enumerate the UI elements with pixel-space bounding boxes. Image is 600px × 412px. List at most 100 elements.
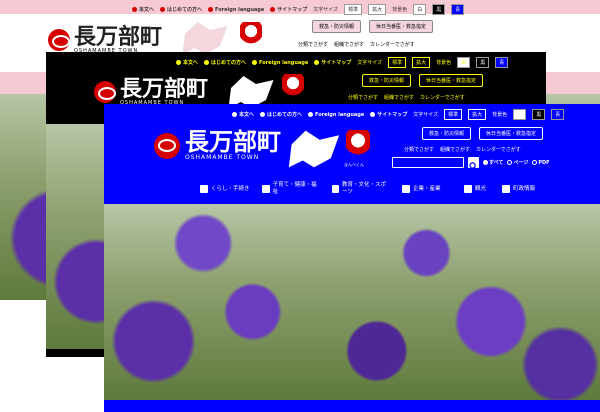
blue-header-buttons: 救急・防災情報 休日当番医・救急指定 <box>422 127 544 140</box>
mascot-caption: まんべくん <box>344 162 364 167</box>
nav-foreign[interactable]: Foreign language <box>308 112 364 118</box>
bg-black-button[interactable]: 黒 <box>432 4 446 15</box>
menu-item-tourism[interactable]: 観光 <box>458 182 496 196</box>
nav-sitemap[interactable]: サイトマップ <box>370 111 407 118</box>
by-org-link[interactable]: 組織でさがす <box>384 94 414 101</box>
search-option-pdf[interactable]: PDF <box>532 159 550 166</box>
bg-white-button[interactable]: 白 <box>457 57 471 68</box>
house-icon <box>200 185 208 193</box>
menu-item-business[interactable]: 企業・産業 <box>396 182 458 196</box>
hokkaido-map-icon <box>288 130 340 168</box>
bgcolor-label: 背景色 <box>492 112 508 118</box>
blue-footer-bar <box>104 400 600 412</box>
menu-item-living[interactable]: くらし・手続き <box>194 182 256 196</box>
black-topnav: 本文へ はじめての方へ Foreign language サイトマップ 文字サイ… <box>176 57 509 68</box>
book-icon <box>332 185 339 193</box>
search-icon[interactable] <box>468 157 479 171</box>
menu-label: 町政情報 <box>513 185 536 192</box>
menu-label: くらし・手続き <box>211 185 250 192</box>
nav-first[interactable]: はじめての方へ <box>160 6 202 13</box>
emergency-button[interactable]: 救急・防災情報 <box>312 20 362 33</box>
search-option-page[interactable]: ページ <box>507 159 528 166</box>
bg-black-button[interactable]: 黒 <box>476 57 490 68</box>
by-field-link[interactable]: 分類でさがす <box>348 94 378 101</box>
nav-home[interactable]: 本文へ <box>132 6 154 13</box>
bg-white-button[interactable]: 白 <box>413 4 427 15</box>
textsize-std-button[interactable]: 標準 <box>388 57 407 68</box>
bg-blue-button[interactable]: 青 <box>551 109 565 120</box>
search-option-pdf-label: PDF <box>538 159 550 166</box>
menu-label: 観光 <box>475 185 487 192</box>
nav-foreign[interactable]: Foreign language <box>208 7 264 13</box>
blue-logo[interactable]: 長万部町 OSHAMAMBE TOWN <box>154 130 281 161</box>
holiday-clinic-button[interactable]: 休日当番医・救急指定 <box>369 20 434 33</box>
search-option-page-label: ページ <box>513 160 529 166</box>
white-subnav: 分類でさがす 組織でさがす カレンダーでさがす <box>298 41 415 48</box>
textsize-big-button[interactable]: 拡大 <box>412 57 431 68</box>
nav-sitemap[interactable]: サイトマップ <box>314 59 351 66</box>
white-logo[interactable]: 長万部町 OSHAMAMBE TOWN <box>48 26 162 54</box>
family-icon <box>262 185 270 193</box>
factory-icon <box>402 185 410 193</box>
by-field-link[interactable]: 分類でさがす <box>298 41 328 48</box>
blue-hero-image <box>104 204 600 400</box>
holiday-clinic-button[interactable]: 休日当番医・救急指定 <box>419 74 484 87</box>
emergency-button[interactable]: 救急・防災情報 <box>362 74 412 87</box>
textsize-std-button[interactable]: 標準 <box>344 4 363 15</box>
town-emblem-icon <box>48 29 70 51</box>
search-option-all[interactable]: すべて <box>483 159 503 166</box>
town-emblem-icon <box>94 81 116 103</box>
by-org-link[interactable]: 組織でさがす <box>440 146 470 153</box>
nav-first[interactable]: はじめての方へ <box>260 111 302 118</box>
menu-item-childcare[interactable]: 子育て・健康・福祉 <box>256 182 326 196</box>
menu-item-education[interactable]: 教育・文化・スポーツ <box>326 182 396 196</box>
menu-label: 企業・産業 <box>413 185 441 192</box>
black-subnav: 分類でさがす 組織でさがす カレンダーでさがす <box>348 94 465 101</box>
bgcolor-label: 背景色 <box>436 60 452 66</box>
holiday-clinic-button[interactable]: 休日当番医・救急指定 <box>479 127 544 140</box>
site-title: 長万部町 <box>74 24 163 50</box>
building-icon <box>502 185 510 193</box>
white-header-buttons: 救急・防災情報 休日当番医・救急指定 <box>312 20 434 33</box>
nav-foreign[interactable]: Foreign language <box>252 60 308 66</box>
menu-label: 教育・文化・スポーツ <box>342 182 387 195</box>
theme-blue-preview: 本文へ はじめての方へ Foreign language サイトマップ 文字サイ… <box>104 104 600 412</box>
textsize-std-button[interactable]: 標準 <box>444 109 463 120</box>
by-org-link[interactable]: 組織でさがす <box>334 41 364 48</box>
town-emblem-icon <box>154 132 180 159</box>
textsize-label: 文字サイズ <box>413 112 439 118</box>
textsize-label: 文字サイズ <box>313 7 339 13</box>
bg-white-button[interactable]: 白 <box>513 109 527 120</box>
mascot-icon <box>240 22 262 48</box>
camera-icon <box>464 185 472 193</box>
bgcolor-label: 背景色 <box>392 7 408 13</box>
black-logo[interactable]: 長万部町 OSHAMAMBE TOWN <box>94 78 208 106</box>
by-calendar-link[interactable]: カレンダーでさがす <box>420 94 465 101</box>
textsize-big-button[interactable]: 拡大 <box>368 4 387 15</box>
textsize-label: 文字サイズ <box>357 60 383 66</box>
textsize-big-button[interactable]: 拡大 <box>468 109 487 120</box>
search-bar: すべて ページ PDF <box>392 157 550 171</box>
mascot-icon <box>282 74 304 100</box>
bg-blue-button[interactable]: 青 <box>451 4 465 15</box>
nav-first[interactable]: はじめての方へ <box>204 59 246 66</box>
by-calendar-link[interactable]: カレンダーでさがす <box>370 41 415 48</box>
black-header-buttons: 救急・防災情報 休日当番医・救急指定 <box>362 74 484 87</box>
main-menu: くらし・手続き 子育て・健康・福祉 教育・文化・スポーツ 企業・産業 観光 町政… <box>194 182 554 196</box>
site-title: 長万部町 <box>120 76 209 102</box>
bg-black-button[interactable]: 黒 <box>532 109 546 120</box>
search-input[interactable] <box>392 157 464 168</box>
emergency-button[interactable]: 救急・防災情報 <box>422 127 472 140</box>
site-title: 長万部町 <box>185 127 281 156</box>
nav-sitemap[interactable]: サイトマップ <box>270 6 307 13</box>
nav-home[interactable]: 本文へ <box>176 59 198 66</box>
bg-blue-button[interactable]: 青 <box>495 57 509 68</box>
search-option-all-label: すべて <box>489 160 504 166</box>
menu-label: 子育て・健康・福祉 <box>272 182 317 195</box>
by-field-link[interactable]: 分類でさがす <box>404 146 434 153</box>
white-topnav: 本文へ はじめての方へ Foreign language サイトマップ 文字サイ… <box>132 4 465 15</box>
nav-home[interactable]: 本文へ <box>232 111 254 118</box>
by-calendar-link[interactable]: カレンダーでさがす <box>476 146 521 153</box>
menu-item-town-info[interactable]: 町政情報 <box>496 182 554 196</box>
blue-subnav: 分類でさがす 組織でさがす カレンダーでさがす <box>404 146 521 153</box>
